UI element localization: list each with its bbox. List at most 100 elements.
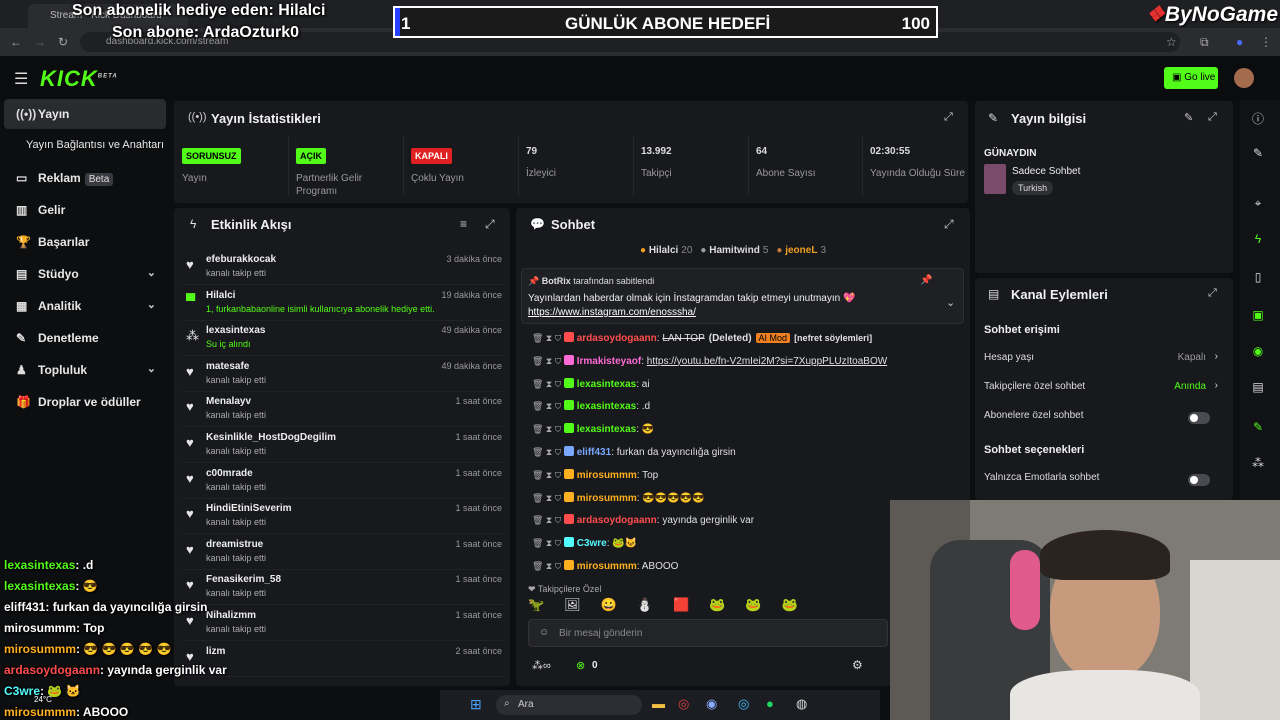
points-icon[interactable]: ⁂∞ [532,659,551,672]
kick-logo[interactable]: KICKBETA [40,66,118,92]
sidebar-item-denetleme[interactable]: ✎ Denetleme [4,323,166,353]
chat-username[interactable]: mirosummm [577,493,637,504]
activity-username[interactable]: c00mrade [206,468,253,479]
activity-username[interactable]: Hilalci [206,290,235,301]
chrome-icon[interactable]: ◎ [678,696,689,712]
chat-username[interactable]: ardasoydogaann [577,333,657,344]
activity-username[interactable]: matesafe [206,361,249,372]
mod-tools-icon[interactable]: 🗑 ⧗ ⛉ [532,356,564,366]
chat-input[interactable]: ☺ Bir mesaj gönderin [528,619,888,647]
chat-username[interactable]: mirosummm [577,561,637,572]
profile-icon[interactable]: ● [1236,35,1243,49]
unpin-icon[interactable]: 📌 [920,275,932,286]
search-icon: ⌕ [504,698,510,709]
chat-username[interactable]: lexasintexas [577,379,637,390]
windows-start-icon[interactable]: ⊞ [470,696,482,713]
menu-dots-icon[interactable]: ⋮ [1260,35,1272,49]
back-icon[interactable]: ← [10,35,22,49]
list-icon[interactable]: ▤ [1246,380,1270,402]
mod-tools-icon[interactable]: 🗑 ⧗ ⛉ [532,401,564,411]
activity-username[interactable]: Kesinlikle_HostDogDegilim [206,432,336,443]
chat-text[interactable]: https://youtu.be/fn-V2mIei2M?si=7XuppPLU… [647,356,887,367]
lightning-icon[interactable]: ϟ [1246,232,1270,254]
sidebar-item-topluluk[interactable]: ♟ Topluluk ⌄ [4,355,166,385]
expand-icon[interactable]: ⤢ [485,217,495,232]
mod-tools-icon[interactable]: 🗑 ⧗ ⛉ [532,515,564,525]
activity-username[interactable]: lizm [206,646,225,657]
document-icon[interactable]: ▯ [1246,270,1270,292]
edit-icon[interactable]: ✎ [1184,111,1193,124]
mod-tools-icon[interactable]: 🗑 ⧗ ⛉ [532,561,564,571]
mod-tools-icon[interactable]: 🗑 ⧗ ⛉ [532,493,564,503]
obs-icon[interactable]: ◍ [796,696,807,712]
chat-icon[interactable]: ▣ [1246,308,1270,330]
chat-username[interactable]: eliff431 [577,447,611,458]
pinned-link[interactable]: https://www.instagram.com/enossshа/ [528,307,696,318]
sidebar-item-basarilar[interactable]: 🏆 Başarılar [4,227,166,257]
activity-username[interactable]: Menalayv [206,396,251,407]
top-gifter[interactable]: ● Hamitwind 5 [700,245,768,256]
top-gifter[interactable]: ● Hilalci 20 [640,245,692,256]
file-explorer-icon[interactable]: ▬ [652,696,665,711]
mod-tools-icon[interactable]: 🗑 ⧗ ⛉ [532,447,564,457]
reload-icon[interactable]: ↻ [58,35,68,49]
chrome-active-icon[interactable]: ◎ [738,696,749,712]
spotify-icon[interactable]: ● [766,696,774,711]
stream-category[interactable]: Sadece Sohbet [1012,166,1080,177]
taskbar-search[interactable]: ⌕ Ara [496,695,642,715]
top-gifter[interactable]: ● jeoneL 3 [776,245,826,256]
followers-only-row[interactable]: Takipçilere özel sohbet Anında › [984,380,1224,401]
gear-icon[interactable]: ⚙ [852,658,863,672]
emote-bar[interactable]: 🦖🖼😀⛄🟥🐸🐸🐸 [528,597,868,615]
activity-username[interactable]: efeburakkocak [206,254,276,265]
sidebar-item-reklam[interactable]: ▭ Reklam Beta [4,163,166,193]
mod-tools-icon[interactable]: 🗑 ⧗ ⛉ [532,333,564,343]
mod-tools-icon[interactable]: 🗑 ⧗ ⛉ [532,379,564,389]
wrench-icon[interactable]: ✎ [1246,420,1270,442]
expand-icon[interactable]: ⤢ [1208,111,1217,124]
hamburger-menu-icon[interactable]: ☰ [14,69,28,89]
subs-only-toggle[interactable] [1188,412,1210,424]
smile-icon[interactable]: ☺ [539,627,549,638]
activity-username[interactable]: Fenasikerim_58 [206,574,281,585]
heart-icon: ♥ [186,363,194,379]
sidebar-item-yayin[interactable]: ((•)) Yayın [4,99,166,129]
chat-username[interactable]: mirosummm [577,470,637,481]
sidebar-item-gelir[interactable]: ▥ Gelir [4,195,166,225]
user-badge-icon [563,446,574,456]
expand-icon[interactable]: ⤢ [944,111,953,124]
activity-username[interactable]: HindiEtiniSeverim [206,503,292,514]
broadcast-icon[interactable]: ◉ [1246,344,1270,366]
mod-tools-icon[interactable]: 🗑 ⧗ ⛉ [532,424,564,434]
user-avatar[interactable] [1234,68,1254,88]
chat-username[interactable]: Irmakisteyaof [577,356,641,367]
sidebar-item-droplar[interactable]: 🎁 Droplar ve ödüller [4,387,166,417]
focus-icon[interactable]: ⌖ [1246,196,1270,218]
mod-tools-icon[interactable]: 🗑 ⧗ ⛉ [532,470,564,480]
extensions-icon[interactable]: ⧉ [1200,35,1209,50]
info-icon[interactable]: ⓘ [1246,110,1270,132]
bookmark-star-icon[interactable]: ☆ [1166,35,1177,49]
expand-icon[interactable]: ⤢ [944,217,954,232]
filter-icon[interactable]: ≡ [460,217,467,231]
activity-username[interactable]: dreamistrue [206,539,263,550]
chat-username[interactable]: C3wre [577,538,607,549]
chevron-down-icon[interactable]: ⌄ [946,296,955,309]
community-icon[interactable]: ⁂ [1246,456,1270,478]
expand-icon[interactable]: ⤢ [1208,287,1217,300]
mod-tools-icon[interactable]: 🗑 ⧗ ⛉ [532,538,564,548]
sidebar-item-stream-key[interactable]: Yayın Bağlantısı ve Anahtarı [4,131,174,161]
activity-username[interactable]: Nihalizmm [206,610,256,621]
go-live-button[interactable]: ▣ Go live [1164,67,1218,89]
chat-username[interactable]: lexasintexas [577,401,637,412]
chat-username[interactable]: lexasintexas [577,424,637,435]
sidebar-item-studyo[interactable]: ▤ Stüdyo ⌄ [4,259,166,289]
chat-username[interactable]: ardasoydogaann [577,515,657,526]
activity-username[interactable]: lexasintexas [206,325,266,336]
pencil-icon[interactable]: ✎ [1246,146,1270,168]
emote-only-toggle[interactable] [1188,474,1210,486]
forward-icon[interactable]: → [34,35,46,49]
sidebar-item-analitik[interactable]: ▦ Analitik ⌄ [4,291,166,321]
steam-icon[interactable]: ◉ [706,696,717,712]
account-age-row[interactable]: Hesap yaşı Kapalı › [984,351,1224,372]
